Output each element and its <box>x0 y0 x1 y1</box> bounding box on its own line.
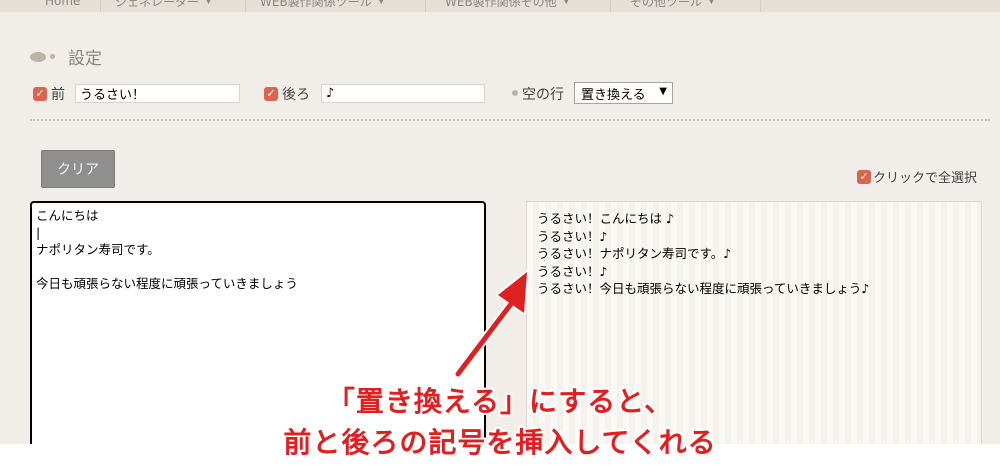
settings-heading: 設定 <box>30 44 102 69</box>
nav-item-label: WEB製作関係ツール <box>260 0 372 9</box>
settings-title: 設定 <box>68 49 102 69</box>
chevron-down-icon: ▼ <box>708 0 715 6</box>
nav-item-web-tools[interactable]: WEB製作関係ツール ▼ <box>260 0 385 12</box>
empty-line-label: 空の行 <box>522 87 564 103</box>
empty-line-selected: 置き換える <box>581 87 646 103</box>
nav-divider <box>100 0 101 12</box>
before-checkbox[interactable] <box>33 87 47 101</box>
nav-divider <box>610 0 611 12</box>
bubble-dot-icon <box>50 54 55 59</box>
chevron-down-icon: ▼ <box>205 0 212 6</box>
nav-item-other-tools[interactable]: その他ツール ▼ <box>630 0 715 12</box>
nav-item-label: その他ツール <box>630 0 703 9</box>
chevron-down-icon: ▼ <box>659 86 667 97</box>
bullet-icon <box>512 90 518 96</box>
nav-divider <box>425 0 426 12</box>
after-label: 後ろ <box>282 87 310 103</box>
nav-divider <box>760 0 761 12</box>
select-all-label: クリックで全選択 <box>873 171 978 186</box>
nav-divider <box>245 0 246 12</box>
annotation-line-1: 「置き換える」にすると、 <box>326 385 674 418</box>
after-checkbox[interactable] <box>264 87 278 101</box>
before-input[interactable] <box>75 84 240 103</box>
nav-item-home[interactable]: Home <box>45 0 86 12</box>
chevron-down-icon: ▼ <box>562 0 570 6</box>
app-frame: Home ジェネレーター ▼ WEB製作関係ツール ▼ WEB製作関係その他 ▼… <box>0 0 1000 444</box>
annotation-line-2: 前と後ろの記号を挿入してくれる <box>283 426 717 459</box>
top-nav: Home ジェネレーター ▼ WEB製作関係ツール ▼ WEB製作関係その他 ▼… <box>0 0 1000 12</box>
chevron-down-icon: ▼ <box>377 0 385 6</box>
speech-bubble-icon <box>30 51 46 62</box>
after-input[interactable] <box>321 84 485 103</box>
divider <box>30 119 990 121</box>
clear-button[interactable]: クリア <box>41 150 115 188</box>
select-all-checkbox[interactable] <box>857 170 871 184</box>
nav-item-label: WEB製作関係その他 <box>445 0 557 9</box>
nav-item-label: Home <box>45 0 81 8</box>
empty-line-select[interactable]: 置き換える ▼ <box>574 82 673 104</box>
nav-item-web-other[interactable]: WEB製作関係その他 ▼ <box>445 0 570 12</box>
before-label: 前 <box>51 87 65 103</box>
nav-item-generator[interactable]: ジェネレーター ▼ <box>115 0 212 12</box>
nav-item-label: ジェネレーター <box>115 0 200 9</box>
